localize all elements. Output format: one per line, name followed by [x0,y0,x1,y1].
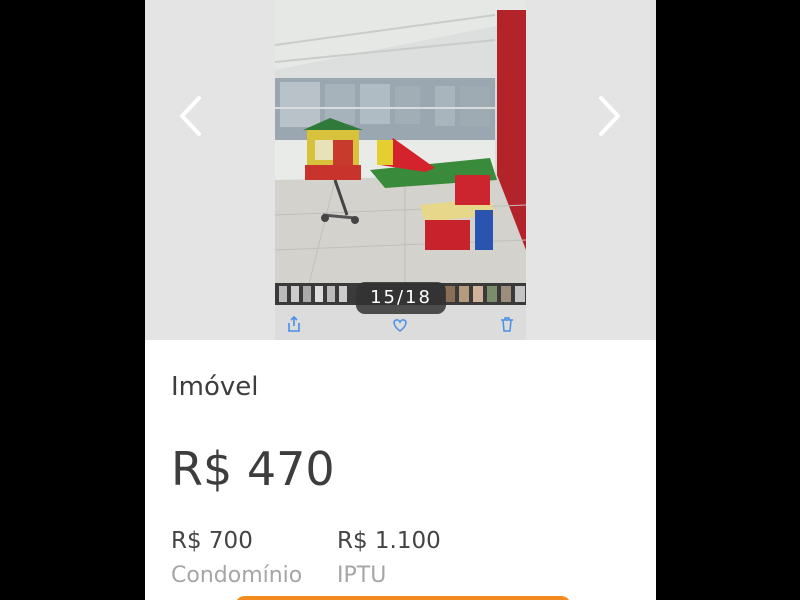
iptu-label: IPTU [337,563,387,588]
chevron-right-icon [599,96,620,136]
photo-counter: 15/18 [356,282,446,314]
iptu-value: R$ 1.100 [337,528,441,554]
photo-gallery: 15/18 [145,0,656,340]
listing-price: R$ 470 [171,442,335,496]
condo-fee-value: R$ 700 [171,528,253,554]
heart-icon[interactable] [391,316,409,334]
listing-card: 15/18 Imóvel R$ 470 R$ 700 Condomínio R$… [145,0,656,600]
next-photo-button[interactable] [583,90,633,144]
condo-fee-label: Condomínio [171,563,303,588]
chevron-left-icon [180,96,201,136]
share-icon[interactable] [285,315,303,333]
previous-photo-button[interactable] [167,90,217,144]
contact-button[interactable] [235,596,571,600]
trash-icon[interactable] [498,315,516,333]
listing-title: Imóvel [171,372,259,402]
